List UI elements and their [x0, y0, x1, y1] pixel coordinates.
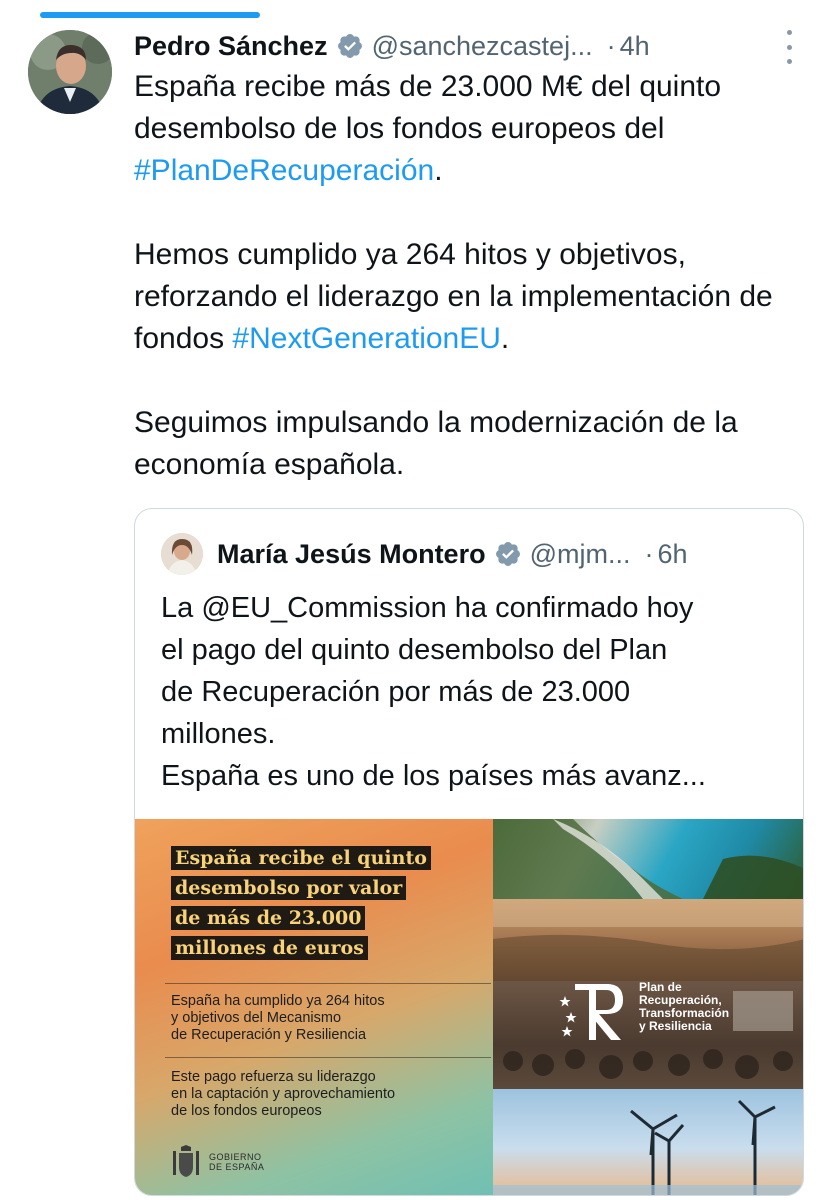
tweet-paragraph: España recibe más de 23.000 M€ del quint…: [134, 66, 814, 192]
quoted-text-line: de Recuperación por más de 23.000: [161, 676, 631, 708]
tweet-paragraph: Hemos cumplido ya 264 hitos y objetivos,…: [134, 234, 814, 360]
quoted-author-avatar[interactable]: [161, 533, 203, 575]
plan-recuperacion-logo-icon: [559, 984, 623, 1040]
author-name[interactable]: Pedro Sánchez: [134, 31, 328, 62]
headline-line: millones de euros: [171, 936, 368, 960]
hashtag-link[interactable]: #PlanDeRecuperación: [134, 154, 434, 187]
field-photo: [493, 899, 803, 981]
verified-badge-icon: [337, 34, 362, 58]
government-logo: GOBIERNO DE ESPAÑA: [171, 1145, 264, 1179]
separator: ·: [606, 30, 616, 61]
headline-line: España recibe el quinto: [171, 846, 431, 870]
quoted-tweet-time[interactable]: 6h: [657, 539, 687, 570]
hashtag-link[interactable]: #NextGenerationEU: [232, 322, 500, 355]
quoted-text-line: España es uno de los países más avanz...: [161, 760, 706, 792]
more-options-icon[interactable]: [776, 30, 802, 64]
infographic-line: de Recuperación y Resiliencia: [171, 1027, 367, 1043]
quoted-author-handle[interactable]: @mjm...: [530, 539, 631, 570]
infographic-point-2: Este pago refuerza su liderazgo en la cap…: [171, 1069, 471, 1120]
tweet-header: Pedro Sánchez @sanchezcastej... · 4h: [134, 26, 814, 66]
photo-collage: Plan de Recuperación, Transformación y Resi…: [493, 819, 803, 1195]
infographic-headline: España recibe el quinto desembolso por va…: [171, 845, 465, 965]
infographic-line: de los fondos europeos: [171, 1103, 322, 1119]
infographic-line: Este pago refuerza su liderazgo: [171, 1069, 376, 1085]
quoted-tweet-text: La @EU_Commission ha confirmado hoy el pa…: [161, 587, 781, 797]
tweet-time[interactable]: 4h: [620, 31, 650, 62]
tweet-paragraph: Seguimos impulsando la modernización de …: [134, 402, 814, 486]
infographic-point-1: España ha cumplido ya 264 hitos y objetiv…: [171, 993, 471, 1044]
quoted-text-line: La @EU_Commission ha confirmado hoy: [161, 592, 694, 624]
quoted-text-line: millones.: [161, 718, 276, 750]
author-handle[interactable]: @sanchezcastej...: [372, 31, 593, 62]
tweet-text-segment: Seguimos impulsando la modernización de …: [134, 406, 738, 481]
author-avatar[interactable]: [28, 30, 112, 114]
plan-logo-text: Plan de Recuperación, Transformación y Resi…: [639, 981, 799, 1033]
divider: [165, 983, 491, 984]
tweet-text-segment: .: [500, 322, 510, 355]
plan-logo-line: y Resiliencia: [639, 1019, 712, 1033]
coat-of-arms-icon: [173, 1145, 199, 1177]
separator: ·: [644, 538, 654, 569]
quoted-media-image[interactable]: España recibe el quinto desembolso por va…: [135, 819, 803, 1195]
infographic-line: y objetivos del Mecanismo: [171, 1010, 342, 1026]
infographic-line: en la captación y aprovechamiento: [171, 1086, 396, 1102]
headline-line: de más de 23.000: [171, 906, 366, 930]
headline-line: desembolso por valor: [171, 876, 407, 900]
infographic-panel: España recibe el quinto desembolso por va…: [135, 819, 493, 1195]
quoted-header: María Jesús Montero @mjm... · 6h: [217, 533, 797, 575]
tweet-text-segment: España recibe más de 23.000 M€ del quint…: [134, 70, 722, 145]
tweet[interactable]: Pedro Sánchez @sanchezcastej... · 4h Esp…: [0, 0, 830, 1200]
tweet-text: España recibe más de 23.000 M€ del quint…: [134, 66, 814, 486]
wind-farm-photo: [493, 1089, 803, 1195]
quoted-tweet[interactable]: María Jesús Montero @mjm... · 6h La @EU_…: [134, 508, 804, 1196]
quoted-author-name[interactable]: María Jesús Montero: [217, 539, 486, 570]
infographic-line: España ha cumplido ya 264 hitos: [171, 993, 385, 1009]
tweet-text-segment: .: [434, 154, 443, 187]
divider: [165, 1057, 491, 1058]
government-logo-text: GOBIERNO DE ESPAÑA: [209, 1152, 265, 1172]
coast-photo: [493, 819, 803, 899]
verified-badge-icon: [495, 542, 520, 566]
quoted-text-line: el pago del quinto desembolso del Plan: [161, 634, 668, 666]
